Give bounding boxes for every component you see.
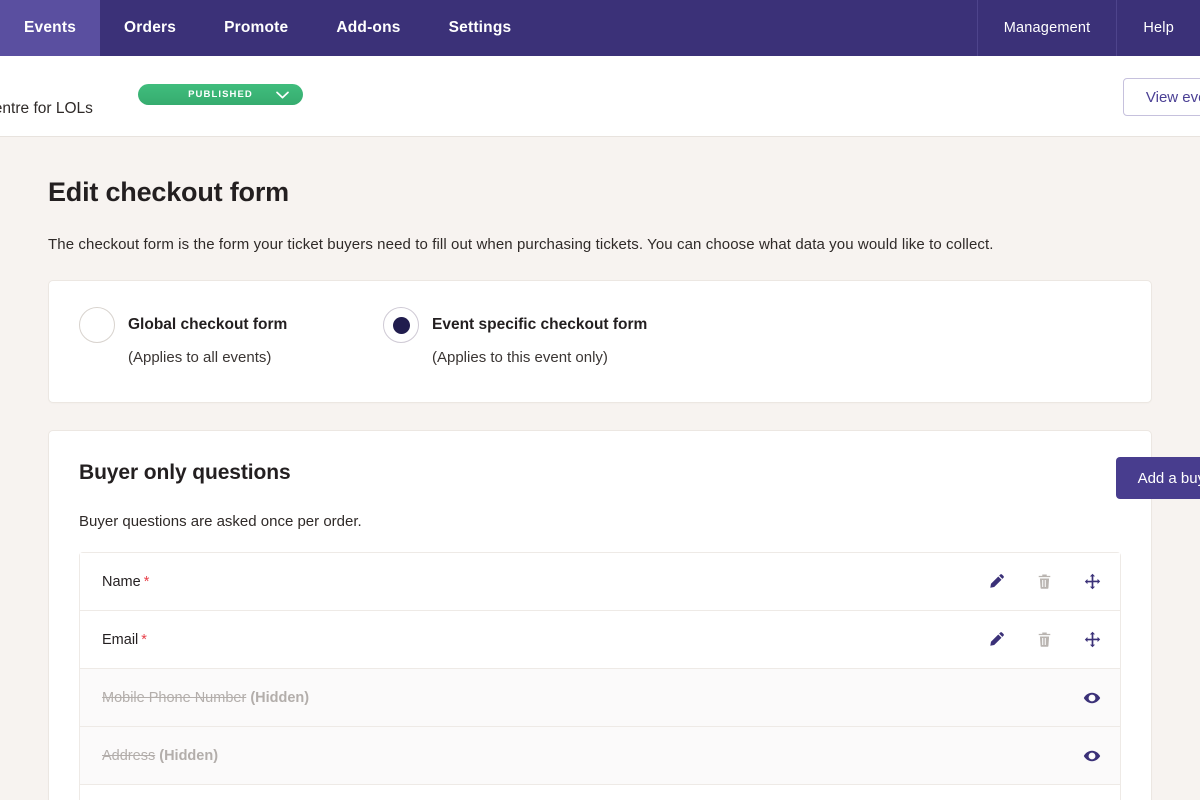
nav-item-addons[interactable]: Add-ons: [312, 0, 424, 56]
move-icon[interactable]: [1082, 572, 1102, 592]
trash-icon[interactable]: [1034, 572, 1054, 592]
table-row[interactable]: [80, 785, 1120, 800]
question-label: Name *: [102, 574, 149, 590]
pencil-icon[interactable]: [986, 630, 1006, 650]
buyer-questions-list: Name * Email * Mobile Phone Number (Hidd…: [79, 552, 1121, 800]
question-label-text: Mobile Phone Number: [102, 689, 247, 706]
move-icon[interactable]: [1082, 630, 1102, 650]
hidden-suffix-label: (Hidden): [159, 747, 219, 764]
buyer-questions-subtitle: Buyer questions are asked once per order…: [79, 513, 362, 530]
table-row[interactable]: Mobile Phone Number (Hidden): [80, 669, 1120, 727]
question-label: Address (Hidden): [102, 748, 218, 764]
table-row[interactable]: Name *: [80, 553, 1120, 611]
row-actions: [1082, 688, 1102, 708]
nav-item-orders-label: Orders: [124, 19, 177, 36]
radio-sublabel-event-specific: (Applies to this event only): [432, 349, 608, 366]
view-event-button[interactable]: View event: [1122, 78, 1200, 116]
page-title: Edit checkout form: [48, 177, 289, 207]
nav-item-events-label: Events: [24, 19, 77, 36]
nav-item-promote[interactable]: Promote: [200, 0, 312, 56]
required-marker: *: [141, 631, 147, 648]
buyer-questions-title: Buyer only questions: [79, 461, 291, 484]
event-sub-header: t Centre for LOLs PUBLISHED View event: [0, 56, 1200, 137]
form-scope-radio-group: Global checkout form (Applies to all eve…: [79, 307, 1121, 366]
nav-item-promote-label: Promote: [224, 19, 289, 36]
hidden-suffix-label: (Hidden): [250, 689, 310, 706]
question-label-text: Email: [102, 631, 139, 648]
event-title: t Centre for LOLs: [0, 100, 93, 117]
table-row[interactable]: Email *: [80, 611, 1120, 669]
radio-option-event-specific-checkout-form[interactable]: Event specific checkout form (Applies to…: [383, 307, 647, 366]
required-marker: *: [143, 573, 150, 590]
primary-nav-group: Events Orders Promote Add-ons Settings: [0, 0, 535, 56]
radio-sublabel-global: (Applies to all events): [128, 349, 272, 366]
radio-circle-unchecked-icon[interactable]: [79, 307, 115, 343]
page-body: Edit checkout form The checkout form is …: [0, 137, 1200, 800]
radio-option-event-specific-text: Event specific checkout form (Applies to…: [432, 315, 647, 366]
table-row[interactable]: Address (Hidden): [80, 727, 1120, 785]
radio-label-global: Global checkout form: [128, 316, 288, 333]
eye-icon[interactable]: [1082, 688, 1102, 708]
buyer-only-questions-card: Buyer only questions Add a buyer only qu…: [48, 430, 1200, 800]
row-actions: [986, 572, 1102, 592]
eye-icon[interactable]: [1082, 746, 1102, 766]
radio-option-global-text: Global checkout form (Applies to all eve…: [128, 315, 287, 366]
nav-item-addons-label: Add-ons: [336, 19, 401, 36]
add-buyer-only-question-button[interactable]: Add a buyer only quest: [1115, 457, 1200, 499]
nav-item-events[interactable]: Events: [0, 0, 101, 56]
status-badge-label: PUBLISHED: [188, 89, 253, 100]
row-actions: [1082, 746, 1102, 766]
trash-icon[interactable]: [1034, 630, 1054, 650]
question-label: Mobile Phone Number (Hidden): [102, 690, 309, 706]
row-actions: [986, 630, 1102, 650]
pencil-icon[interactable]: [986, 572, 1006, 592]
nav-item-help[interactable]: Help: [1116, 0, 1200, 56]
question-label-text: Address: [102, 747, 156, 764]
nav-item-settings[interactable]: Settings: [425, 0, 536, 56]
nav-item-management[interactable]: Management: [976, 0, 1117, 56]
radio-label-event-specific: Event specific checkout form: [432, 316, 648, 333]
secondary-nav-group: Management Help: [976, 0, 1200, 56]
radio-circle-checked-icon[interactable]: [383, 307, 419, 343]
question-label-text: Name: [102, 573, 141, 590]
buyer-questions-header: Buyer only questions Add a buyer only qu…: [79, 457, 1200, 499]
status-badge-published[interactable]: PUBLISHED: [138, 84, 303, 105]
nav-item-orders[interactable]: Orders: [100, 0, 200, 56]
chevron-down-icon: [276, 91, 289, 99]
form-scope-card: Global checkout form (Applies to all eve…: [48, 280, 1152, 403]
nav-item-settings-label: Settings: [448, 19, 512, 36]
nav-item-help-label: Help: [1143, 20, 1174, 36]
nav-item-management-label: Management: [1003, 20, 1091, 36]
page-description: The checkout form is the form your ticke…: [48, 236, 994, 253]
question-label: Email *: [102, 632, 147, 648]
radio-option-global-checkout-form[interactable]: Global checkout form (Applies to all eve…: [79, 307, 383, 366]
top-navigation-bar: Events Orders Promote Add-ons Settings M…: [0, 0, 1200, 56]
